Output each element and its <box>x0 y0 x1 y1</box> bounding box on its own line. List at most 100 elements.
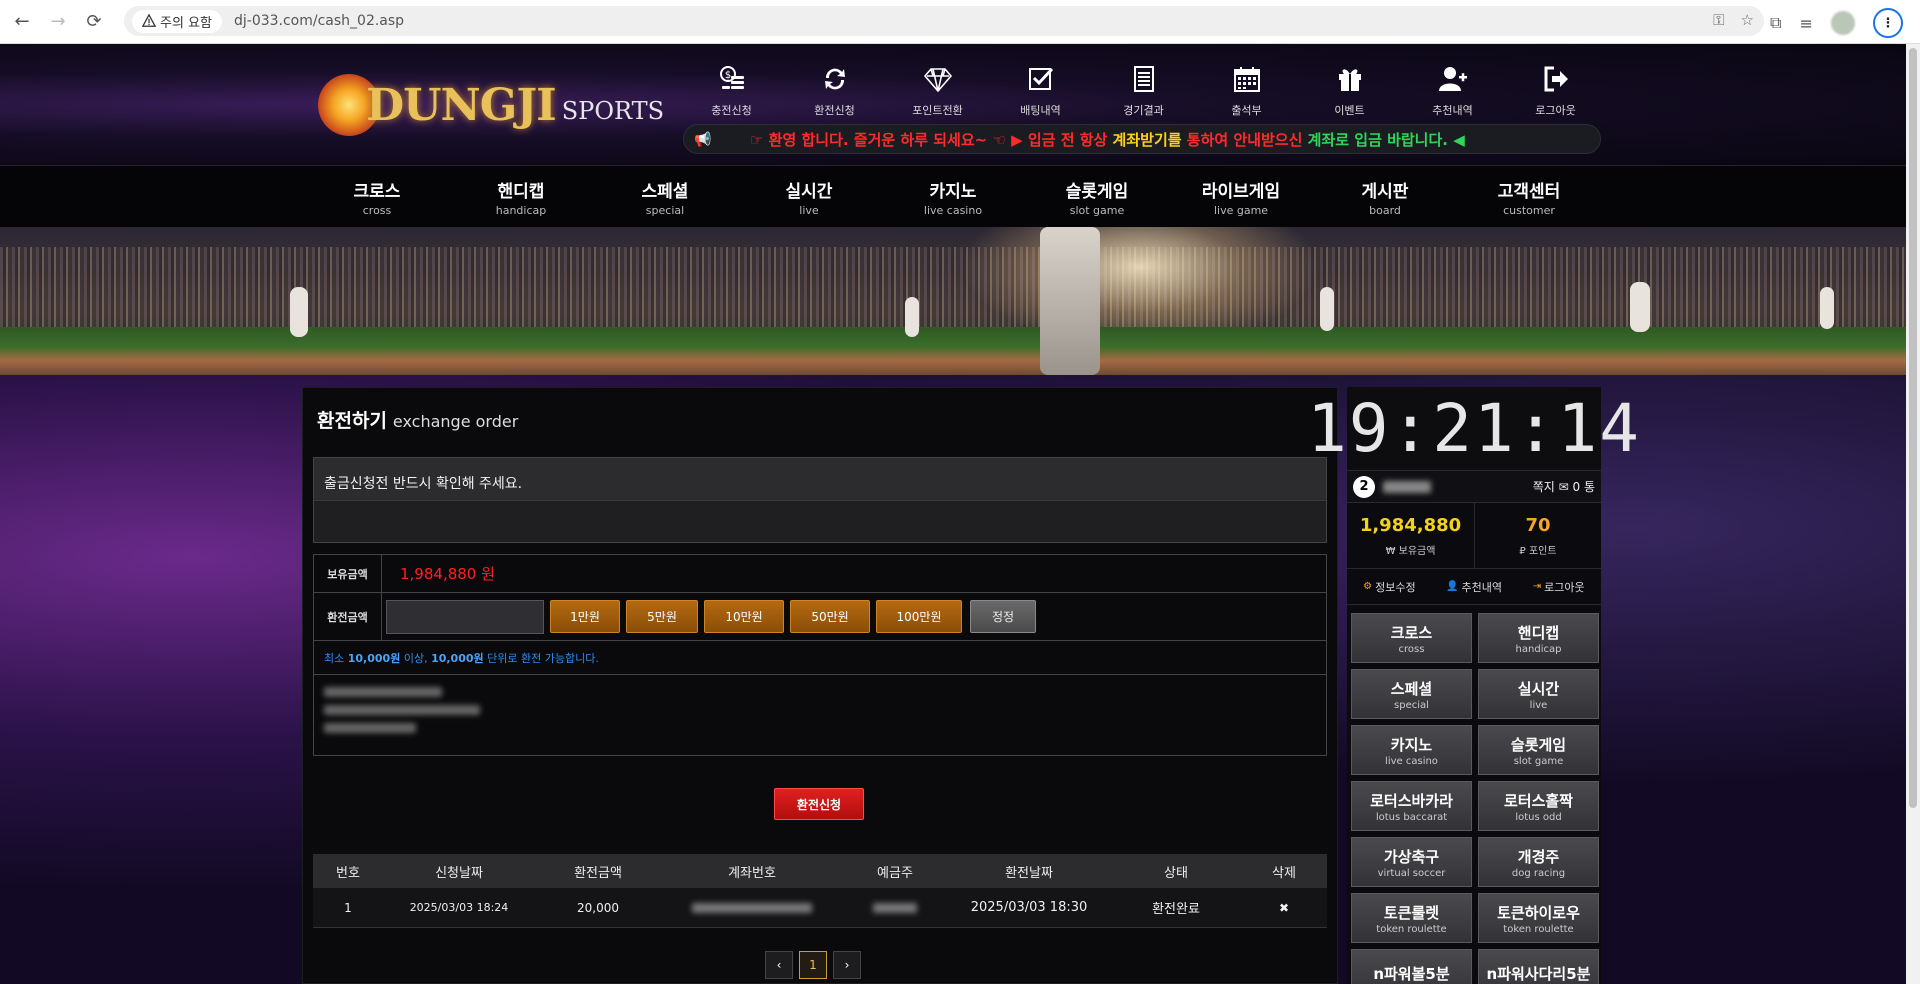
notice-body <box>314 500 1326 542</box>
page-scrollbar[interactable] <box>1906 44 1920 984</box>
shortcut-token-roulette[interactable]: 토큰룰렛 token roulette <box>1351 893 1472 943</box>
shortcut-live[interactable]: 실시간 live <box>1478 669 1599 719</box>
banner-player <box>1320 287 1334 331</box>
shortcut-special[interactable]: 스페셜 special <box>1351 669 1472 719</box>
amount-input[interactable] <box>386 599 544 634</box>
user-row: 2 쪽지 ✉ 0 통 <box>1347 471 1601 503</box>
topnav-label: 경기결과 <box>1123 104 1164 117</box>
forward-arrow-icon[interactable]: → <box>44 8 72 36</box>
browser-menu-icon[interactable]: ⋮ <box>1872 8 1903 38</box>
mainnav-board[interactable]: 게시판 board <box>1313 166 1457 227</box>
user-links: ⚙ 정보수정 👤 추천내역 ⇥ 로그아웃 <box>1347 569 1601 605</box>
shortcut-sublabel: lotus baccarat <box>1375 811 1448 823</box>
coin-stack-icon: $ <box>719 66 744 89</box>
mainnav-live-game[interactable]: 라이브게임 live game <box>1169 166 1313 227</box>
topnav-logout[interactable]: 로그아웃 <box>1504 64 1607 118</box>
add-1m-button[interactable]: 100만원 <box>876 600 962 633</box>
topnav-label: 이벤트 <box>1334 104 1365 117</box>
user-sidebar: 19:21:14 2 쪽지 ✉ 0 통 1,984,880 ₩ 보유금액 70 … <box>1307 387 1639 984</box>
shortcut-label: 개경주 <box>1517 847 1560 866</box>
shortcut-label: 실시간 <box>1517 679 1560 698</box>
add-50k-button[interactable]: 5만원 <box>626 600 698 633</box>
topnav-attendance[interactable]: 출석부 <box>1195 64 1298 118</box>
shortcut-handicap[interactable]: 핸디캡 handicap <box>1478 613 1599 663</box>
message-link[interactable]: 쪽지 ✉ 0 통 <box>1533 478 1595 495</box>
reset-button[interactable]: 정정 <box>970 600 1036 633</box>
mainnav-sublabel: live game <box>1213 203 1269 217</box>
address-bar[interactable]: 주의 요함 dj-033.com/cash_02.asp ⚿ ☆ <box>124 6 1764 36</box>
shortcut-sublabel: token roulette <box>1376 923 1447 935</box>
shortcut-token-hilo[interactable]: 토큰하이로우 token roulette <box>1478 893 1599 943</box>
reload-icon[interactable]: ⟳ <box>80 8 108 36</box>
mainnav-sublabel: live casino <box>923 203 983 217</box>
shortcut-sublabel: token roulette <box>1503 923 1574 935</box>
shortcut-sublabel: special <box>1394 699 1429 711</box>
shortcut-cross[interactable]: 크로스 cross <box>1351 613 1472 663</box>
prev-page-button[interactable]: ‹ <box>765 951 793 979</box>
security-warning-chip[interactable]: 주의 요함 <box>132 9 222 33</box>
next-page-button[interactable]: › <box>833 951 861 979</box>
topnav-bet-history[interactable]: 배팅내역 <box>989 64 1092 118</box>
mainnav-label: 크로스 <box>353 181 401 202</box>
mainnav-handicap[interactable]: 핸디캡 handicap <box>449 166 593 227</box>
mainnav-casino[interactable]: 카지노 live casino <box>881 166 1025 227</box>
shortcut-virtual-soccer[interactable]: 가상축구 virtual soccer <box>1351 837 1472 887</box>
add-500k-button[interactable]: 50만원 <box>790 600 870 633</box>
edit-info-link[interactable]: ⚙ 정보수정 <box>1347 579 1432 595</box>
media-controls-icon[interactable]: ≡ <box>1799 14 1812 33</box>
mainnav-sublabel: board <box>1369 203 1401 217</box>
mainnav-sublabel: cross <box>362 203 392 217</box>
topnav-deposit[interactable]: $ 충전신청 <box>680 64 783 118</box>
exchange-submit-button[interactable]: 환전신청 <box>774 788 864 820</box>
shortcut-powerball[interactable]: n파워볼5분 <box>1351 949 1472 984</box>
clock-time: 19:21:14 <box>1307 390 1641 467</box>
shortcut-slot[interactable]: 슬롯게임 slot game <box>1478 725 1599 775</box>
add-10k-button[interactable]: 1만원 <box>550 600 620 633</box>
mainnav-customer[interactable]: 고객센터 customer <box>1457 166 1601 227</box>
shortcut-casino[interactable]: 카지노 live casino <box>1351 725 1472 775</box>
bookmark-star-icon[interactable]: ☆ <box>1741 11 1754 29</box>
browser-toolbar: ← → ⟳ 주의 요함 dj-033.com/cash_02.asp ⚿ ☆ ⧉… <box>0 0 1920 44</box>
shortcut-lotus-baccarat[interactable]: 로터스바카라 lotus baccarat <box>1351 781 1472 831</box>
back-arrow-icon[interactable]: ← <box>8 8 36 36</box>
password-key-icon[interactable]: ⚿ <box>1713 11 1724 29</box>
megaphone-icon: 📢 <box>694 132 712 148</box>
mainnav-slot[interactable]: 슬롯게임 slot game <box>1025 166 1169 227</box>
shortcut-lotus-odd[interactable]: 로터스홀짝 lotus odd <box>1478 781 1599 831</box>
link-label: 추천내역 <box>1461 580 1502 594</box>
topnav-withdraw[interactable]: 환전신청 <box>783 64 886 118</box>
mainnav-label: 카지노 <box>929 181 977 202</box>
scrollbar-thumb[interactable] <box>1909 48 1917 808</box>
mainnav-sublabel: handicap <box>495 203 547 217</box>
banner-player <box>905 297 919 337</box>
exchange-panel: 환전하기 exchange order 출금신청전 반드시 확인해 주세요. 보… <box>302 387 1338 984</box>
logout-link[interactable]: ⇥ 로그아웃 <box>1516 579 1601 595</box>
site-logo[interactable]: DUNGJI SPORTS <box>318 74 664 136</box>
referral-link[interactable]: 👤 추천내역 <box>1432 579 1517 595</box>
topnav-results[interactable]: 경기결과 <box>1092 64 1195 118</box>
topnav-point-convert[interactable]: 포인트전환 <box>886 64 989 118</box>
shortcut-label: 카지노 <box>1390 735 1433 754</box>
page-title-en: exchange order <box>392 412 519 431</box>
extensions-icon[interactable]: ⧉ <box>1770 13 1781 33</box>
topnav-referral[interactable]: 추천내역 <box>1401 64 1504 118</box>
cell-account-number <box>661 902 843 913</box>
user-icon: 👤 <box>1446 581 1459 592</box>
sidebar-points: 70 ₽ 포인트 <box>1474 503 1601 568</box>
shortcut-power-ladder[interactable]: n파워사다리5분 <box>1478 949 1599 984</box>
profile-avatar[interactable] <box>1830 11 1855 35</box>
add-100k-button[interactable]: 10만원 <box>704 600 784 633</box>
topnav-event[interactable]: 이벤트 <box>1298 64 1401 118</box>
shortcut-dog-racing[interactable]: 개경주 dog racing <box>1478 837 1599 887</box>
sidebar-points-value: 70 <box>1525 514 1551 536</box>
page-1-button[interactable]: 1 <box>799 951 827 979</box>
url-text[interactable]: dj-033.com/cash_02.asp <box>234 13 404 29</box>
link-label: 로그아웃 <box>1544 580 1585 594</box>
mainnav-special[interactable]: 스페셜 special <box>593 166 737 227</box>
mainnav-live[interactable]: 실시간 live <box>737 166 881 227</box>
mainnav-cross[interactable]: 크로스 cross <box>305 166 449 227</box>
shortcut-label: 슬롯게임 <box>1510 735 1567 754</box>
cell-request-date: 2025/03/03 18:24 <box>409 901 509 914</box>
delete-icon[interactable]: ✖ <box>1241 901 1327 915</box>
col-header: 번호 <box>336 865 360 881</box>
